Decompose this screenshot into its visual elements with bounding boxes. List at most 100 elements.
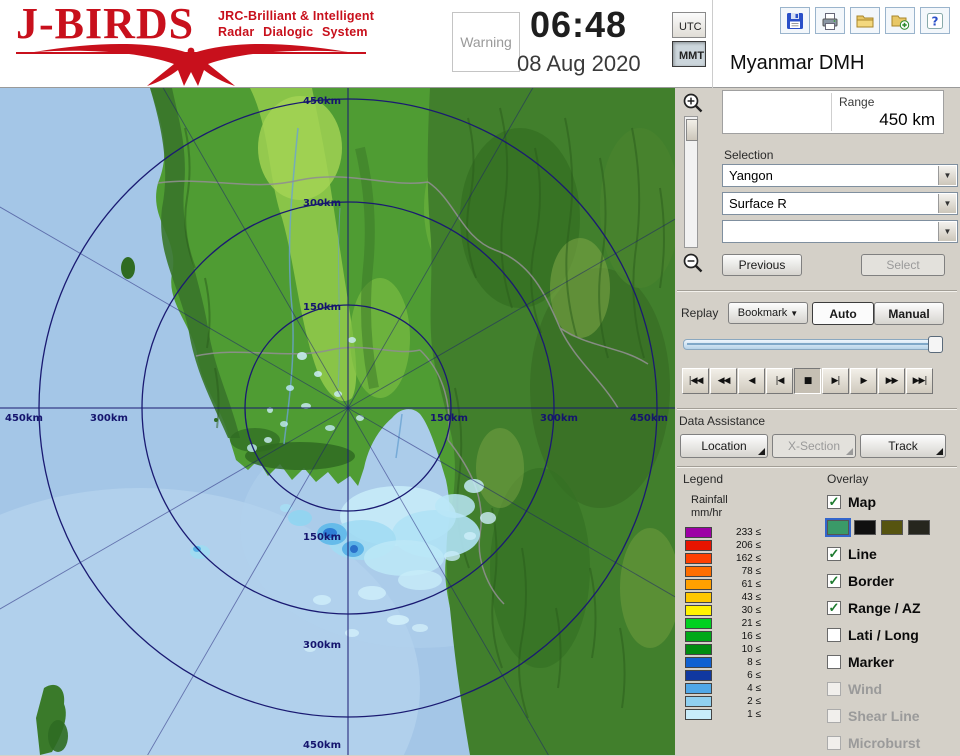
clock-time: 06:48 xyxy=(530,4,627,46)
auto-button[interactable]: Auto xyxy=(812,302,874,325)
legend-row: 233 ≤ xyxy=(685,526,815,539)
legend-row: 1 ≤ xyxy=(685,708,815,721)
legend-row: 21 ≤ xyxy=(685,617,815,630)
range-info-box: Range 450 km xyxy=(722,90,944,134)
legend-color-chip xyxy=(685,566,712,577)
jump-start-button[interactable]: |◀◀ xyxy=(682,368,709,394)
replay-timeline-track[interactable] xyxy=(683,339,943,350)
play-button[interactable]: ▶ xyxy=(850,368,877,394)
legend-color-chip xyxy=(685,527,712,538)
map-style-swatch[interactable] xyxy=(908,520,930,535)
panel-divider xyxy=(677,408,957,410)
checkbox[interactable]: ✓ xyxy=(827,601,841,615)
bookmark-button[interactable]: Bookmark▼ xyxy=(728,302,808,324)
legend-color-chip xyxy=(685,631,712,642)
print-icon[interactable] xyxy=(815,7,845,34)
map-style-swatch[interactable] xyxy=(881,520,903,535)
svg-text:150km: 150km xyxy=(303,532,341,543)
option-dropdown[interactable]: ▼ xyxy=(722,220,958,243)
radar-map[interactable]: 450km300km150km150km300km450km450km300km… xyxy=(0,88,675,755)
checkbox[interactable]: ✓ xyxy=(827,574,841,588)
overlay-item-label: Line xyxy=(848,546,877,562)
overlay-item-label: Microburst xyxy=(848,735,920,751)
overlay-item-lati-long: Lati / Long xyxy=(827,621,959,648)
overlay-checkbox-list: ✓Map✓Line✓Border✓Range / AZLati / LongMa… xyxy=(827,490,959,756)
export-icon[interactable] xyxy=(885,7,915,34)
header-bar: J-BIRDS JRC-Brilliant & Intelligent Rada… xyxy=(0,0,960,88)
checkbox[interactable]: ✓ xyxy=(827,547,841,561)
zoom-in-icon[interactable] xyxy=(681,92,704,115)
overlay-item-label: Lati / Long xyxy=(848,627,919,643)
legend-row: 78 ≤ xyxy=(685,565,815,578)
legend-value: 233 ≤ xyxy=(717,527,761,538)
legend-row: 30 ≤ xyxy=(685,604,815,617)
map-style-swatch[interactable] xyxy=(827,520,849,535)
info-box-divider xyxy=(831,93,832,131)
app-subtitle-1: JRC-Brilliant & Intelligent xyxy=(218,9,374,23)
legend-color-chip xyxy=(685,670,712,681)
legend-row: 2 ≤ xyxy=(685,695,815,708)
svg-text:150km: 150km xyxy=(430,413,468,424)
clock-date: 08 Aug 2020 xyxy=(517,51,641,77)
selection-label: Selection xyxy=(724,148,773,162)
previous-button[interactable]: Previous xyxy=(722,254,802,276)
fast-forward-button[interactable]: ▶▶ xyxy=(878,368,905,394)
svg-text:450km: 450km xyxy=(5,413,43,424)
control-panel: Range 450 km Selection Yangon ▼ Surface … xyxy=(675,88,960,755)
zoom-slider-handle[interactable] xyxy=(686,119,698,141)
stop-button[interactable]: ■ xyxy=(794,368,821,394)
svg-text:?: ? xyxy=(932,14,939,28)
replay-timeline-slider[interactable] xyxy=(683,336,943,351)
open-folder-icon[interactable] xyxy=(850,7,880,34)
data-assistance-label: Data Assistance xyxy=(679,414,765,428)
fast-rewind-button[interactable]: ◀◀ xyxy=(710,368,737,394)
replay-timeline-handle[interactable] xyxy=(928,336,943,353)
legend-color-chip xyxy=(685,553,712,564)
checkbox xyxy=(827,682,841,696)
play-backward-button[interactable]: ◀ xyxy=(738,368,765,394)
legend-row: 206 ≤ xyxy=(685,539,815,552)
legend-value: 206 ≤ xyxy=(717,540,761,551)
step-forward-button[interactable]: ▶| xyxy=(822,368,849,394)
overlay-item-range-az: ✓ Range / AZ xyxy=(827,594,959,621)
legend-value: 1 ≤ xyxy=(717,709,761,720)
legend-unit-label: Rainfall xyxy=(691,494,728,506)
legend-value: 61 ≤ xyxy=(717,579,761,590)
manual-button[interactable]: Manual xyxy=(874,302,944,325)
track-button[interactable]: Track xyxy=(860,434,946,458)
overlay-item-line: ✓ Line xyxy=(827,540,959,567)
range-value: 450 km xyxy=(879,110,935,130)
select-button[interactable]: Select xyxy=(861,254,945,276)
overlay-item-label: Shear Line xyxy=(848,708,920,724)
product-dropdown[interactable]: Surface R ▼ xyxy=(722,192,958,215)
header-divider xyxy=(712,0,713,88)
x-section-button[interactable]: X-Section xyxy=(772,434,856,458)
save-icon[interactable] xyxy=(780,7,810,34)
chevron-down-icon: ▼ xyxy=(790,309,798,318)
chevron-down-icon[interactable]: ▼ xyxy=(938,194,956,213)
chevron-down-icon[interactable]: ▼ xyxy=(938,166,956,185)
legend-color-chip xyxy=(685,696,712,707)
checkbox[interactable] xyxy=(827,628,841,642)
mmt-button[interactable]: MMT xyxy=(672,41,706,67)
legend-value: 21 ≤ xyxy=(717,618,761,629)
legend-row: 10 ≤ xyxy=(685,643,815,656)
checkbox[interactable]: ✓ xyxy=(827,495,841,509)
step-back-button[interactable]: |◀ xyxy=(766,368,793,394)
utc-button[interactable]: UTC xyxy=(672,12,706,38)
location-button[interactable]: Location xyxy=(680,434,768,458)
zoom-slider[interactable] xyxy=(684,116,698,248)
site-dropdown[interactable]: Yangon ▼ xyxy=(722,164,958,187)
jump-end-button[interactable]: ▶▶| xyxy=(906,368,933,394)
eagle-logo-icon xyxy=(16,42,366,88)
app-title: J-BIRDS xyxy=(16,2,194,46)
overlay-item-label: Range / AZ xyxy=(848,600,921,616)
legend-value: 78 ≤ xyxy=(717,566,761,577)
checkbox[interactable] xyxy=(827,655,841,669)
map-style-swatch[interactable] xyxy=(854,520,876,535)
help-icon[interactable]: ? xyxy=(920,7,950,34)
overlay-title: Overlay xyxy=(827,472,868,486)
chevron-down-icon[interactable]: ▼ xyxy=(938,222,956,241)
zoom-out-icon[interactable] xyxy=(681,252,704,275)
product-dropdown-value: Surface R xyxy=(729,193,787,214)
